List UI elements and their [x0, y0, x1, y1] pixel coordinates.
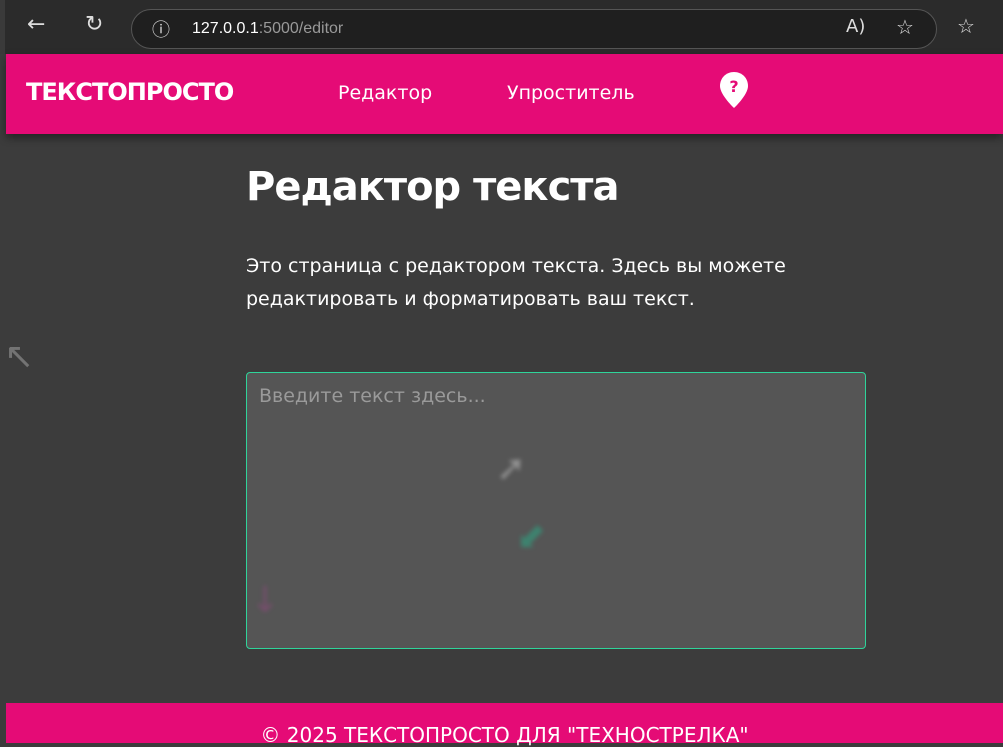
star-icon[interactable]: ☆ — [896, 15, 914, 39]
logo[interactable]: ТЕКСТОПРОСТО — [26, 78, 234, 106]
reload-icon[interactable]: ↻ — [85, 12, 103, 37]
favorites-icon[interactable]: ☆ — [957, 14, 975, 38]
main-content: Редактор текста Это страница с редакторо… — [246, 164, 866, 316]
page-description: Это страница с редактором текста. Здесь … — [246, 255, 786, 310]
address-bar[interactable]: ⓘ 127.0.0.1:5000/editor A) ☆ — [131, 9, 937, 49]
read-aloud-icon[interactable]: A) — [846, 16, 865, 37]
decorative-arrow-icon: ↖ — [4, 336, 35, 377]
browser-toolbar: ← ↻ ⓘ 127.0.0.1:5000/editor A) ☆ ☆ — [0, 0, 1003, 54]
url-host: 127.0.0.1 — [192, 20, 259, 37]
decorative-arrow-icon: ↓ — [250, 580, 281, 621]
site-header: ТЕКСТОПРОСТО Редактор Упроститель ? — [6, 54, 1003, 134]
back-icon[interactable]: ← — [27, 12, 45, 37]
text-editor-input[interactable] — [246, 372, 866, 649]
decorative-arrow-icon: ➚ — [496, 448, 527, 489]
help-pin-icon[interactable]: ? — [720, 72, 748, 108]
url-path: :5000/editor — [258, 20, 344, 37]
info-icon[interactable]: ⓘ — [152, 16, 170, 42]
page-title: Редактор текста — [246, 164, 619, 210]
nav-editor[interactable]: Редактор — [338, 82, 432, 104]
url-text: 127.0.0.1:5000/editor — [192, 20, 343, 38]
svg-text:?: ? — [729, 77, 738, 96]
decorative-arrow-icon: ⬋ — [516, 516, 547, 557]
site-footer: © 2025 ТЕКСТОПРОСТО ДЛЯ "ТЕХНОСТРЕЛКА" — [6, 703, 1003, 747]
nav-simplifier[interactable]: Упроститель — [507, 82, 635, 104]
